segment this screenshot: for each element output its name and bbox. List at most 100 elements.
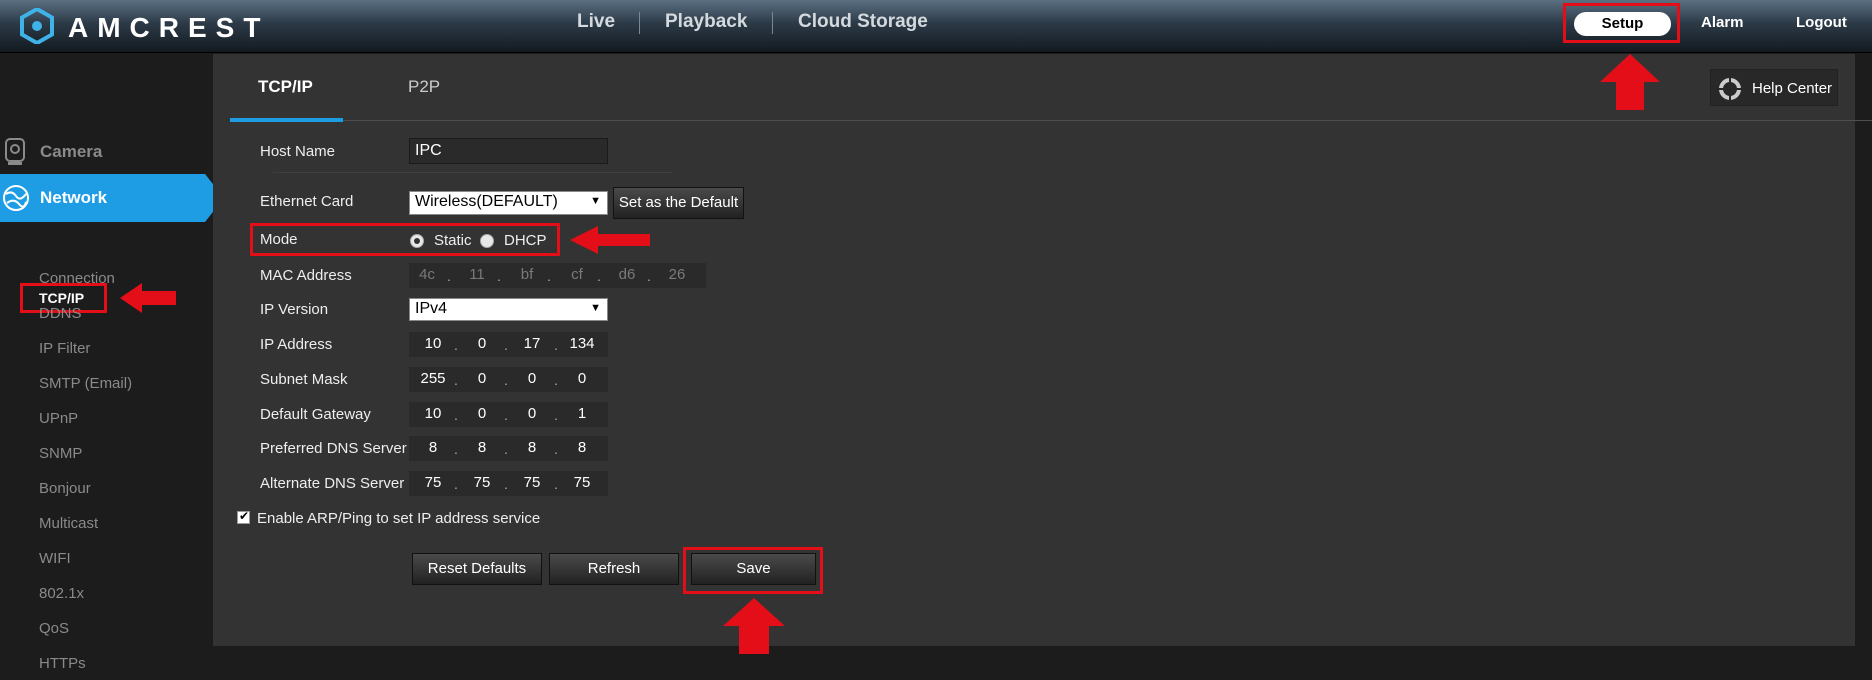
ip-octet[interactable]: 134 <box>564 335 600 352</box>
host-name-input[interactable]: IPC <box>409 138 608 164</box>
ip-octet[interactable]: 17 <box>514 335 550 352</box>
host-name-value: IPC <box>415 142 442 159</box>
red-arrow-up-icon <box>1600 54 1660 110</box>
red-arrow-left-icon <box>570 226 650 254</box>
radio-dhcp[interactable] <box>480 234 494 248</box>
sidebar-item-8021x[interactable]: 802.1x <box>39 585 84 602</box>
mac-octet: 11 <box>469 266 485 283</box>
ip-version-label: IP Version <box>260 301 329 318</box>
mac-octet: d6 <box>618 266 636 283</box>
mac-octet: bf <box>520 266 534 283</box>
tab-p2p[interactable]: P2P <box>408 77 440 97</box>
mode-label: Mode <box>260 231 298 248</box>
sidebar: Camera Network TCP/IP Connection DDNS IP… <box>0 54 214 680</box>
sidebar-item-smtp[interactable]: SMTP (Email) <box>39 375 132 392</box>
ip-octet[interactable]: 10 <box>415 335 451 352</box>
nav-live[interactable]: Live <box>577 11 615 33</box>
sidebar-camera-label: Camera <box>40 142 103 161</box>
subnet-octet[interactable]: 255 <box>415 370 451 387</box>
ip-address-input[interactable]: 10 . 0 . 17 . 134 <box>409 332 608 357</box>
pdns-octet[interactable]: 8 <box>415 439 451 456</box>
mac-address-label: MAC Address <box>260 267 352 284</box>
adns-octet[interactable]: 75 <box>514 474 550 491</box>
sidebar-item-ddns[interactable]: DDNS <box>39 305 82 322</box>
ethernet-card-select[interactable]: Wireless(DEFAULT) ▼ <box>409 191 608 215</box>
sidebar-item-https[interactable]: HTTPs <box>39 655 86 672</box>
arp-ping-checkbox[interactable]: ✔ <box>237 509 250 524</box>
sidebar-item-wifi[interactable]: WIFI <box>39 550 71 567</box>
tab-divider <box>230 120 1872 121</box>
sidebar-item-bonjour[interactable]: Bonjour <box>39 480 91 497</box>
sidebar-item-camera[interactable]: Camera <box>0 132 212 172</box>
default-gateway-input[interactable]: 10 . 0 . 0 . 1 <box>409 402 608 427</box>
active-tab-indicator <box>230 118 343 122</box>
gateway-octet[interactable]: 1 <box>564 405 600 422</box>
help-center-label: Help Center <box>1752 80 1833 97</box>
subnet-mask-label: Subnet Mask <box>260 371 348 388</box>
preferred-dns-input[interactable]: 8 . 8 . 8 . 8 <box>409 436 608 461</box>
sidebar-item-upnp[interactable]: UPnP <box>39 410 78 427</box>
lifebuoy-icon <box>1719 78 1741 100</box>
sidebar-item-ip-filter[interactable]: IP Filter <box>39 340 90 357</box>
red-arrow-up-icon <box>723 598 785 654</box>
ethernet-card-label: Ethernet Card <box>260 193 354 210</box>
nav-separator <box>772 12 773 34</box>
adns-octet[interactable]: 75 <box>564 474 600 491</box>
nav-playback[interactable]: Playback <box>665 11 747 33</box>
tab-tcpip[interactable]: TCP/IP <box>258 77 313 97</box>
alternate-dns-input[interactable]: 75 . 75 . 75 . 75 <box>409 471 608 496</box>
sidebar-item-multicast[interactable]: Multicast <box>39 515 98 532</box>
setup-highlight-box: Setup <box>1563 3 1680 43</box>
sidebar-item-network[interactable]: Network <box>0 174 214 222</box>
ethernet-card-value: Wireless(DEFAULT) <box>415 193 558 210</box>
ip-version-select[interactable]: IPv4 ▼ <box>409 298 608 321</box>
pdns-octet[interactable]: 8 <box>564 439 600 456</box>
subnet-mask-input[interactable]: 255 . 0 . 0 . 0 <box>409 367 608 392</box>
amcrest-logo-icon <box>20 8 54 44</box>
gateway-octet[interactable]: 10 <box>415 405 451 422</box>
setup-button[interactable]: Setup <box>1574 12 1671 36</box>
ip-address-label: IP Address <box>260 336 333 353</box>
sidebar-item-snmp[interactable]: SNMP <box>39 445 82 462</box>
pdns-octet[interactable]: 8 <box>464 439 500 456</box>
nav-cloud-storage[interactable]: Cloud Storage <box>798 11 928 33</box>
sidebar-item-label: TCP/IP <box>39 290 85 306</box>
pdns-octet[interactable]: 8 <box>514 439 550 456</box>
reset-defaults-button[interactable]: Reset Defaults <box>412 553 542 585</box>
subnet-octet[interactable]: 0 <box>464 370 500 387</box>
adns-octet[interactable]: 75 <box>415 474 451 491</box>
sidebar-network-label: Network <box>40 188 108 207</box>
default-gateway-label: Default Gateway <box>260 406 371 423</box>
subnet-octet[interactable]: 0 <box>564 370 600 387</box>
red-arrow-left-icon <box>120 283 176 313</box>
help-center-button[interactable]: Help Center <box>1710 69 1838 106</box>
main-panel: TCP/IP P2P Help Center Host Name IPC Eth… <box>213 54 1872 646</box>
arp-ping-label: Enable ARP/Ping to set IP address servic… <box>257 510 541 527</box>
radio-static[interactable] <box>410 234 424 248</box>
mac-octet: cf <box>571 266 583 283</box>
sidebar-item-qos[interactable]: QoS <box>39 620 69 637</box>
amcrest-logo[interactable]: AMCREST <box>20 6 320 46</box>
gateway-octet[interactable]: 0 <box>464 405 500 422</box>
nav-alarm[interactable]: Alarm <box>1701 14 1744 31</box>
alternate-dns-label: Alternate DNS Server <box>260 475 405 492</box>
gateway-octet[interactable]: 0 <box>514 405 550 422</box>
divider <box>273 172 673 173</box>
ip-version-value: IPv4 <box>415 300 448 317</box>
nav-logout[interactable]: Logout <box>1796 14 1847 31</box>
preferred-dns-label: Preferred DNS Server <box>260 440 407 457</box>
network-globe-icon <box>3 185 29 211</box>
save-button[interactable]: Save <box>691 553 816 585</box>
subnet-octet[interactable]: 0 <box>514 370 550 387</box>
radio-static-label: Static <box>434 232 472 249</box>
camera-icon <box>5 138 25 165</box>
top-bar: AMCREST Live Playback Cloud Storage Setu… <box>0 0 1872 53</box>
nav-separator <box>639 12 640 34</box>
mac-address-input: 4c . 11 . bf . cf . d6 . 26 <box>409 263 706 288</box>
sidebar-item-connection[interactable]: Connection <box>39 270 115 287</box>
set-as-default-button[interactable]: Set as the Default <box>613 187 744 219</box>
ip-octet[interactable]: 0 <box>464 335 500 352</box>
host-name-label: Host Name <box>260 143 336 160</box>
refresh-button[interactable]: Refresh <box>549 553 679 585</box>
adns-octet[interactable]: 75 <box>464 474 500 491</box>
